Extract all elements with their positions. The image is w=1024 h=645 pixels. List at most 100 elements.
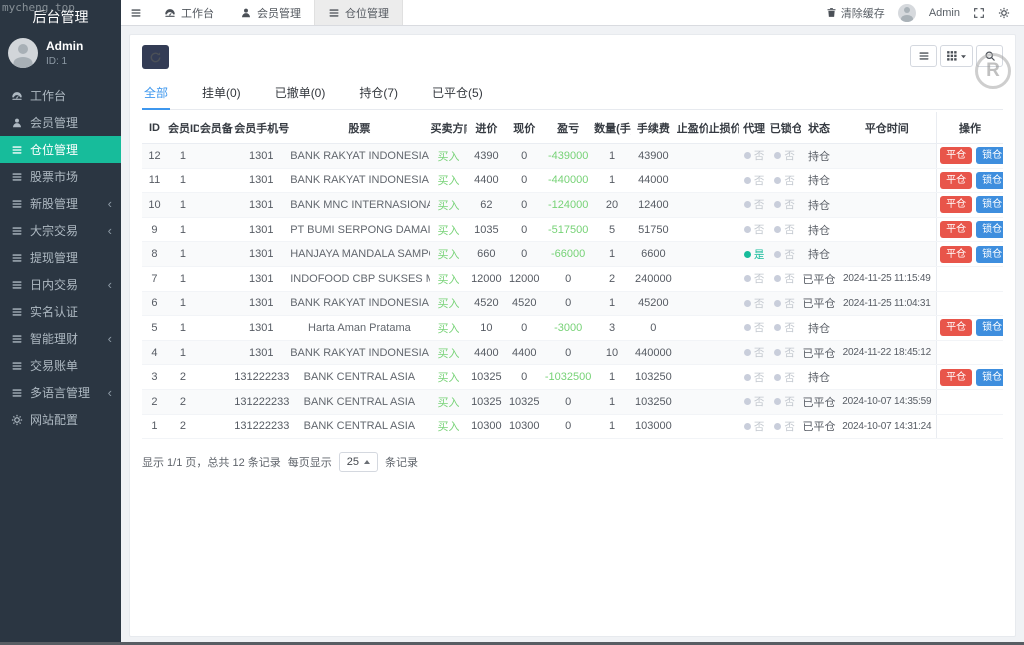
clear-cache-button[interactable]: 清除缓存 [826,5,885,21]
cell-locked: 否 [768,340,801,366]
lock-position-button[interactable]: 锁仓 [976,171,1003,189]
app-window: mycheng.top 后台管理 Admin ID: 1 工作台 会员管理 仓位管理… [0,0,1024,645]
navbar-tab-1[interactable]: 会员管理 [227,0,314,25]
cell-status: 已平仓 [800,340,838,366]
filter-tab-3[interactable]: 持仓(7) [357,78,400,109]
lock-position-button[interactable]: 锁仓 [976,319,1003,337]
cell-take-profit [675,414,708,440]
cell-current-price: 10325 [505,389,544,415]
cell-direction: 买入 [429,389,468,415]
lock-position-button[interactable]: 锁仓 [976,147,1003,165]
lock-position-button[interactable]: 锁仓 [976,245,1003,263]
chevron-left-icon: ‹ [107,223,112,238]
gear-icon[interactable] [998,7,1010,19]
per-page-label: 每页显示 [287,457,332,470]
cell-locked: 否 [768,266,801,292]
columns-button[interactable] [940,45,973,67]
cell-direction: 买入 [429,168,468,194]
status-dot-icon [743,176,751,184]
list-icon [328,7,340,19]
page-size-value: 25 [346,456,360,469]
sidebar-item-4[interactable]: 新股管理 ‹ [0,190,121,217]
status-dot-icon [774,226,782,234]
list-view-button[interactable] [910,45,937,67]
close-position-button[interactable]: 平仓 [940,245,973,263]
chevron-left-icon: ‹ [107,277,112,292]
close-position-button[interactable]: 平仓 [940,196,973,214]
navbar-tab-2[interactable]: 仓位管理 [314,0,403,25]
fullscreen-icon[interactable] [973,7,985,19]
filter-tab-0[interactable]: 全部 [142,78,171,110]
cell-member-remark [198,217,234,243]
cell-member-id: 2 [166,414,199,440]
sidebar-item-label: 提现管理 [30,251,79,265]
refresh-button[interactable] [142,45,169,69]
cell-direction: 买入 [429,315,468,341]
cell-quantity: 5 [593,217,631,243]
cell-member-remark [198,364,234,390]
cell-status: 持仓 [800,143,838,169]
sidebar-item-10[interactable]: 交易账单 [0,352,121,379]
sidebar-item-0[interactable]: 工作台 [0,82,121,109]
column-header: 会员ID [166,112,199,144]
filter-tab-1[interactable]: 挂单(0) [200,78,243,109]
lock-position-button[interactable]: 锁仓 [976,196,1003,214]
sidebar-item-9[interactable]: 智能理财 ‹ [0,325,121,352]
cell-current-price: 4400 [505,340,544,366]
close-position-button[interactable]: 平仓 [940,319,973,337]
cell-locked: 否 [768,143,801,169]
filter-tab-4[interactable]: 已平仓(5) [430,78,485,109]
user-meta: Admin ID: 1 [46,39,83,66]
sidebar-item-11[interactable]: 多语言管理 ‹ [0,379,121,406]
table-row: 11 1 1301 BANK RAKYAT INDONESIA 买入 4400 0 -4400… [142,168,1003,194]
close-position-button[interactable]: 平仓 [940,221,973,239]
lock-position-button[interactable]: 锁仓 [976,368,1003,386]
column-header: 手续费 [630,112,676,144]
cell-entry-price: 4390 [467,143,506,169]
cell-fee: 44000 [630,168,676,194]
close-position-button[interactable]: 平仓 [940,147,973,165]
cell-actions [936,291,1003,317]
cell-stock: BANK RAKYAT INDONESIA [289,143,430,169]
navbar-username[interactable]: Admin [929,7,960,19]
sidebar-item-label: 工作台 [30,89,67,103]
cell-take-profit [675,266,708,292]
cell-member-remark [198,143,234,169]
sidebar-item-1[interactable]: 会员管理 [0,109,121,136]
sidebar-item-label: 实名认证 [30,305,79,319]
column-header: 平仓时间 [837,112,937,144]
sidebar-item-5[interactable]: 大宗交易 ‹ [0,217,121,244]
sidebar-item-2[interactable]: 仓位管理 [0,136,121,163]
cell-status: 已平仓 [800,266,838,292]
close-position-button[interactable]: 平仓 [940,171,973,189]
sidebar-item-7[interactable]: 日内交易 ‹ [0,271,121,298]
sidebar-toggle-icon[interactable] [121,0,151,25]
cell-fee: 0 [630,315,676,341]
page-size-select[interactable]: 25 [338,452,379,473]
table-header-row: ID会员ID会员备注会员手机号股票买卖方向进价现价盈亏数量(手)手续费止盈价止损… [142,112,1003,144]
sidebar-item-3[interactable]: 股票市场 [0,163,121,190]
filter-tab-2[interactable]: 已撤单(0) [273,78,328,109]
cell-agent: 否 [739,143,769,169]
close-position-button[interactable]: 平仓 [940,368,973,386]
cell-status: 持仓 [800,315,838,341]
sidebar-item-12[interactable]: 网站配置 [0,406,121,433]
lock-position-button[interactable]: 锁仓 [976,221,1003,239]
sidebar-item-6[interactable]: 提现管理 [0,244,121,271]
cell-current-price: 0 [505,217,544,243]
navbar-tab-label: 工作台 [181,7,214,20]
column-header: 已锁仓 [768,112,801,144]
sidebar-item-8[interactable]: 实名认证 [0,298,121,325]
dashboard-icon [164,7,176,19]
records-label: 条记录 [385,457,419,470]
column-header: 会员备注 [198,112,234,144]
trash-icon [826,7,837,18]
list-icon [10,144,23,156]
table-row: 4 1 1301 BANK RAKYAT INDONESIA 买入 4400 4400 0 10… [142,340,1003,366]
cell-stop-loss [707,217,740,243]
cell-status: 已平仓 [800,389,838,415]
cell-member-phone: 1301 [233,291,290,317]
navbar-avatar[interactable] [897,3,916,22]
navbar-tab-0[interactable]: 工作台 [151,0,227,25]
cell-quantity: 1 [593,414,631,440]
